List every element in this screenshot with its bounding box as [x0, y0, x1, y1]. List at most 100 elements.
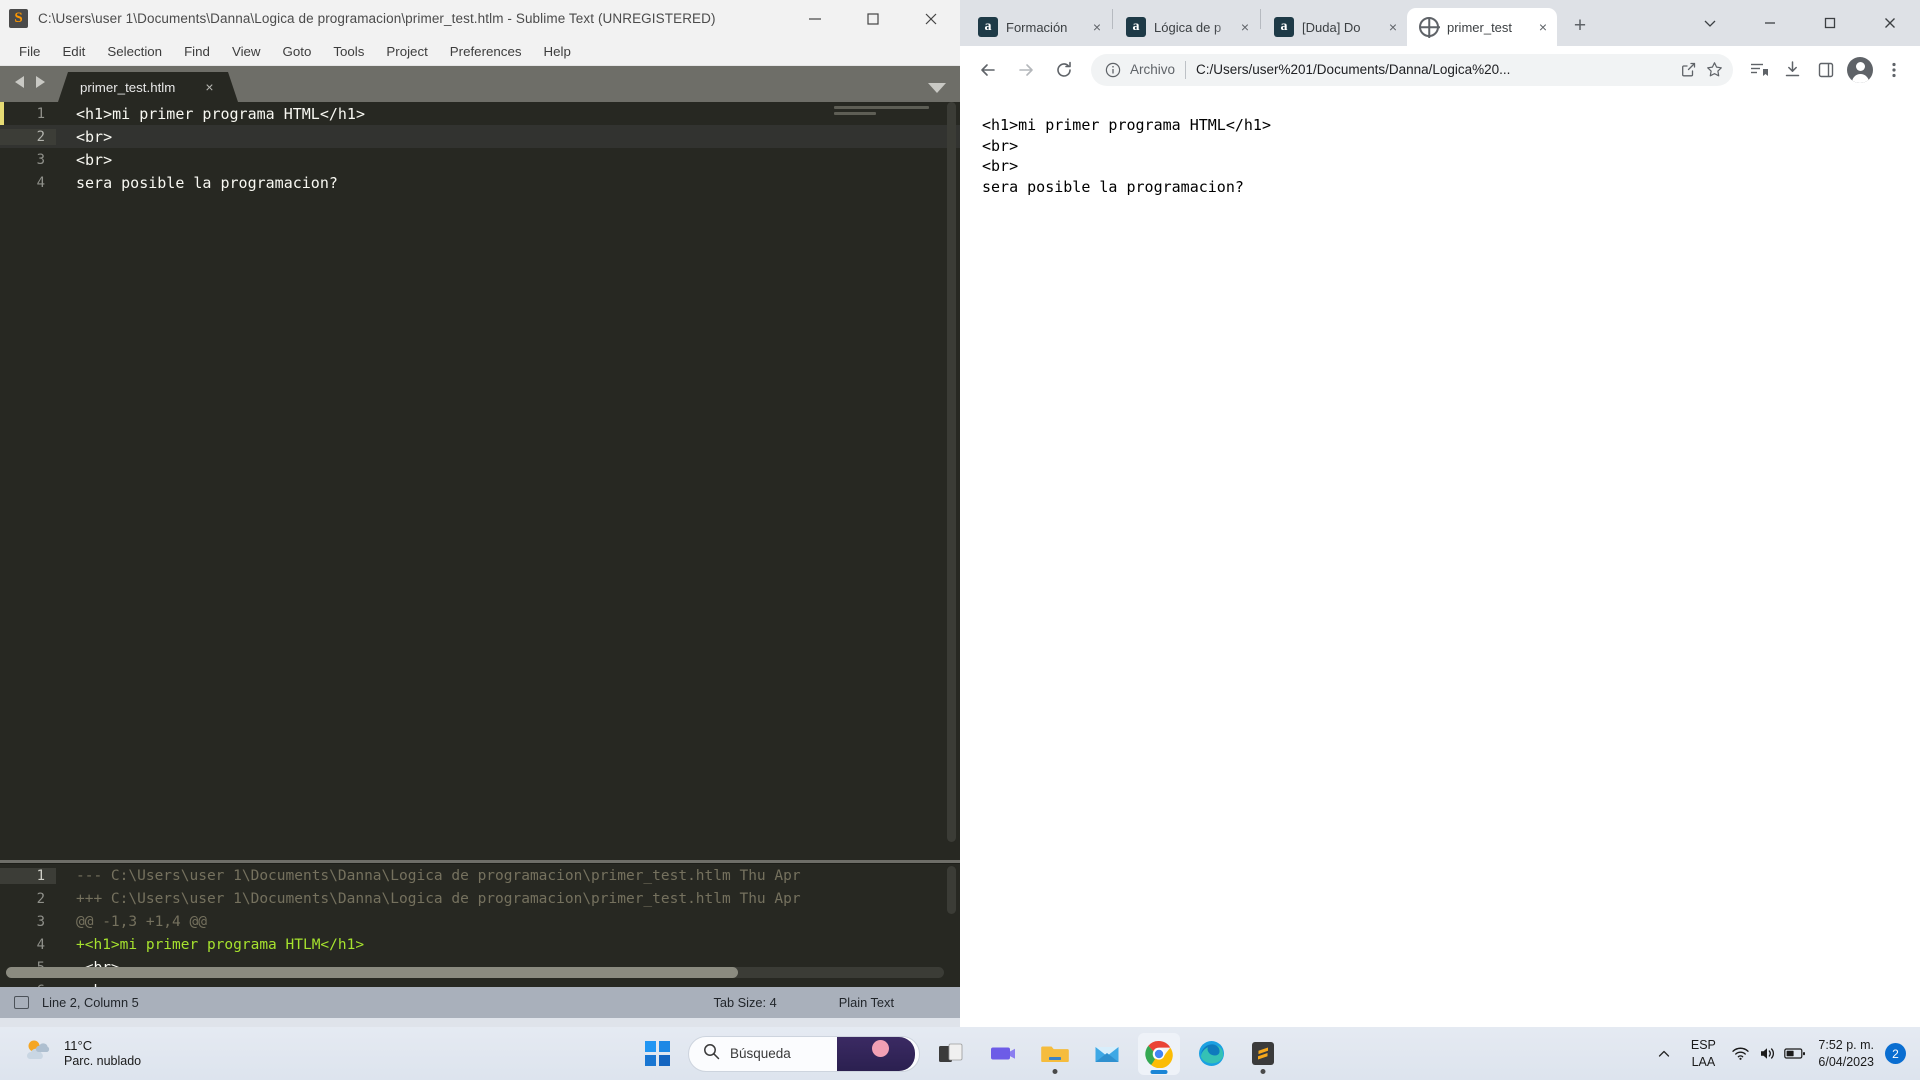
- panel-toggle-icon[interactable]: [14, 996, 29, 1009]
- sublime-file-tab[interactable]: primer_test.htlm ×: [58, 72, 238, 102]
- taskbar-clock[interactable]: 7:52 p. m. 6/04/2023: [1818, 1037, 1874, 1070]
- browser-tab-formacion[interactable]: a Formación ×: [966, 8, 1111, 46]
- code-line[interactable]: 3 <br>: [0, 148, 960, 171]
- globe-favicon: [1419, 17, 1439, 37]
- code-line[interactable]: 2 <br>: [0, 125, 960, 148]
- menu-project[interactable]: Project: [375, 40, 438, 63]
- sublime-file-tab-label: primer_test.htlm: [80, 79, 176, 95]
- taskbar-weather-widget[interactable]: 11°C Parc. nublado: [0, 1038, 141, 1070]
- close-icon[interactable]: ×: [1093, 20, 1101, 34]
- menu-help[interactable]: Help: [533, 40, 582, 63]
- partly-cloudy-icon: [23, 1038, 53, 1069]
- share-icon[interactable]: [1675, 57, 1701, 83]
- new-tab-button[interactable]: +: [1563, 9, 1597, 43]
- minimize-icon[interactable]: [1740, 0, 1800, 46]
- taskbar-app-task-view[interactable]: [930, 1033, 972, 1075]
- address-bar[interactable]: Archivo C:/Users/user%201/Documents/Dann…: [1091, 53, 1733, 86]
- diff-vertical-scrollbar[interactable]: [947, 866, 956, 914]
- a-favicon: a: [1126, 17, 1146, 37]
- editor-vertical-scrollbar[interactable]: [947, 102, 956, 842]
- profile-avatar[interactable]: [1843, 53, 1877, 87]
- language-indicator[interactable]: ESP LAA: [1688, 1037, 1718, 1070]
- minimize-icon[interactable]: [786, 0, 844, 37]
- scrollbar-thumb[interactable]: [6, 967, 738, 978]
- menu-selection[interactable]: Selection: [96, 40, 173, 63]
- url-text[interactable]: C:/Users/user%201/Documents/Danna/Logica…: [1196, 62, 1675, 77]
- code-line[interactable]: 1 <h1>mi primer programa HTML</h1>: [0, 102, 960, 125]
- close-icon[interactable]: ×: [1241, 20, 1249, 34]
- clock-date: 6/04/2023: [1818, 1054, 1874, 1069]
- maximize-icon[interactable]: [1800, 0, 1860, 46]
- info-icon[interactable]: [1103, 60, 1123, 80]
- language-line-1: ESP: [1690, 1038, 1716, 1053]
- volume-icon[interactable]: [1754, 1046, 1781, 1061]
- chevron-right-icon[interactable]: [33, 75, 46, 94]
- language-line-2: LAA: [1691, 1054, 1716, 1069]
- code-line[interactable]: 4 sera posible la programacion?: [0, 171, 960, 194]
- menu-goto[interactable]: Goto: [272, 40, 323, 63]
- menu-preferences[interactable]: Preferences: [439, 40, 533, 63]
- browser-tab-duda[interactable]: a [Duda] Do ×: [1262, 8, 1407, 46]
- notification-badge[interactable]: 2: [1885, 1043, 1906, 1064]
- windows-taskbar: 11°C Parc. nublado Búsqueda ESP LAA 7:52…: [0, 1027, 1920, 1080]
- menu-view[interactable]: View: [221, 40, 272, 63]
- taskbar-center-group: Búsqueda: [636, 1032, 1284, 1075]
- diff-horizontal-scrollbar[interactable]: [6, 967, 944, 978]
- diff-line: 2 +++ C:\Users\user 1\Documents\Danna\Lo…: [0, 887, 960, 910]
- line-number: 4: [36, 174, 45, 191]
- sublime-code-editor[interactable]: 1 <h1>mi primer programa HTML</h1> 2 <br…: [0, 102, 960, 860]
- menu-find[interactable]: Find: [173, 40, 221, 63]
- battery-icon[interactable]: [1781, 1047, 1808, 1060]
- close-icon[interactable]: [1860, 0, 1920, 46]
- sublime-text-window: S C:\Users\user 1\Documents\Danna\Logica…: [0, 0, 960, 1027]
- bookmark-star-icon[interactable]: [1701, 57, 1727, 83]
- taskbar-app-chrome[interactable]: [1138, 1032, 1180, 1075]
- browser-tab-logica[interactable]: a Lógica de p ×: [1114, 8, 1259, 46]
- taskbar-app-mail[interactable]: [1086, 1033, 1128, 1075]
- sublime-window-title: C:\Users\user 1\Documents\Danna\Logica d…: [38, 11, 716, 26]
- chrome-tab-strip: a Formación × a Lógica de p × a [Duda] D…: [960, 0, 1920, 46]
- syntax-indicator[interactable]: Plain Text: [839, 995, 894, 1010]
- chevron-left-icon[interactable]: [14, 75, 27, 94]
- menu-file[interactable]: File: [8, 40, 51, 63]
- wifi-icon[interactable]: [1727, 1046, 1754, 1061]
- diff-line: 1 --- C:\Users\user 1\Documents\Danna\Lo…: [0, 864, 960, 887]
- browser-tab-primer-test[interactable]: primer_test ×: [1407, 8, 1557, 46]
- taskbar-app-edge[interactable]: [1190, 1033, 1232, 1075]
- reading-list-icon[interactable]: [1741, 53, 1775, 87]
- sublime-diff-output-panel[interactable]: 1 --- C:\Users\user 1\Documents\Danna\Lo…: [0, 863, 960, 987]
- tab-size-indicator[interactable]: Tab Size: 4: [713, 995, 776, 1010]
- line-number: 2: [36, 890, 45, 907]
- menu-tools[interactable]: Tools: [322, 40, 375, 63]
- taskbar-app-sublime-text[interactable]: [1242, 1033, 1284, 1075]
- desktop: S C:\Users\user 1\Documents\Danna\Logica…: [0, 0, 1920, 1080]
- close-icon[interactable]: [902, 0, 960, 37]
- chevron-down-icon[interactable]: [1680, 0, 1740, 46]
- show-hidden-icons-chevron-up-icon[interactable]: [1649, 1047, 1679, 1061]
- reload-button[interactable]: [1045, 51, 1083, 89]
- menu-edit[interactable]: Edit: [51, 40, 96, 63]
- line-marker: [0, 102, 4, 125]
- downloads-icon[interactable]: [1775, 53, 1809, 87]
- forward-button[interactable]: [1007, 51, 1045, 89]
- taskbar-search-box[interactable]: Búsqueda: [688, 1035, 920, 1072]
- taskbar-app-file-explorer[interactable]: [1034, 1033, 1076, 1075]
- back-button[interactable]: [969, 51, 1007, 89]
- line-number: 3: [36, 151, 45, 168]
- sublime-tab-nav-arrows: [0, 66, 58, 102]
- close-icon[interactable]: ×: [205, 80, 213, 94]
- scheme-label: Archivo: [1130, 62, 1176, 77]
- start-button[interactable]: [636, 1033, 678, 1075]
- line-number: 3: [36, 913, 45, 930]
- line-text: <br>: [76, 150, 113, 169]
- side-panel-icon[interactable]: [1809, 53, 1843, 87]
- code-minimap[interactable]: [834, 106, 942, 134]
- chrome-menu-icon[interactable]: [1877, 53, 1911, 87]
- close-icon[interactable]: ×: [1539, 20, 1547, 34]
- taskbar-app-teams[interactable]: [982, 1033, 1024, 1075]
- maximize-icon[interactable]: [844, 0, 902, 37]
- diff-line: 4 +<h1>mi primer programa HTLM</h1>: [0, 933, 960, 956]
- diff-line: 3 @@ -1,3 +1,4 @@: [0, 910, 960, 933]
- close-icon[interactable]: ×: [1389, 20, 1397, 34]
- chevron-down-icon[interactable]: [928, 83, 946, 93]
